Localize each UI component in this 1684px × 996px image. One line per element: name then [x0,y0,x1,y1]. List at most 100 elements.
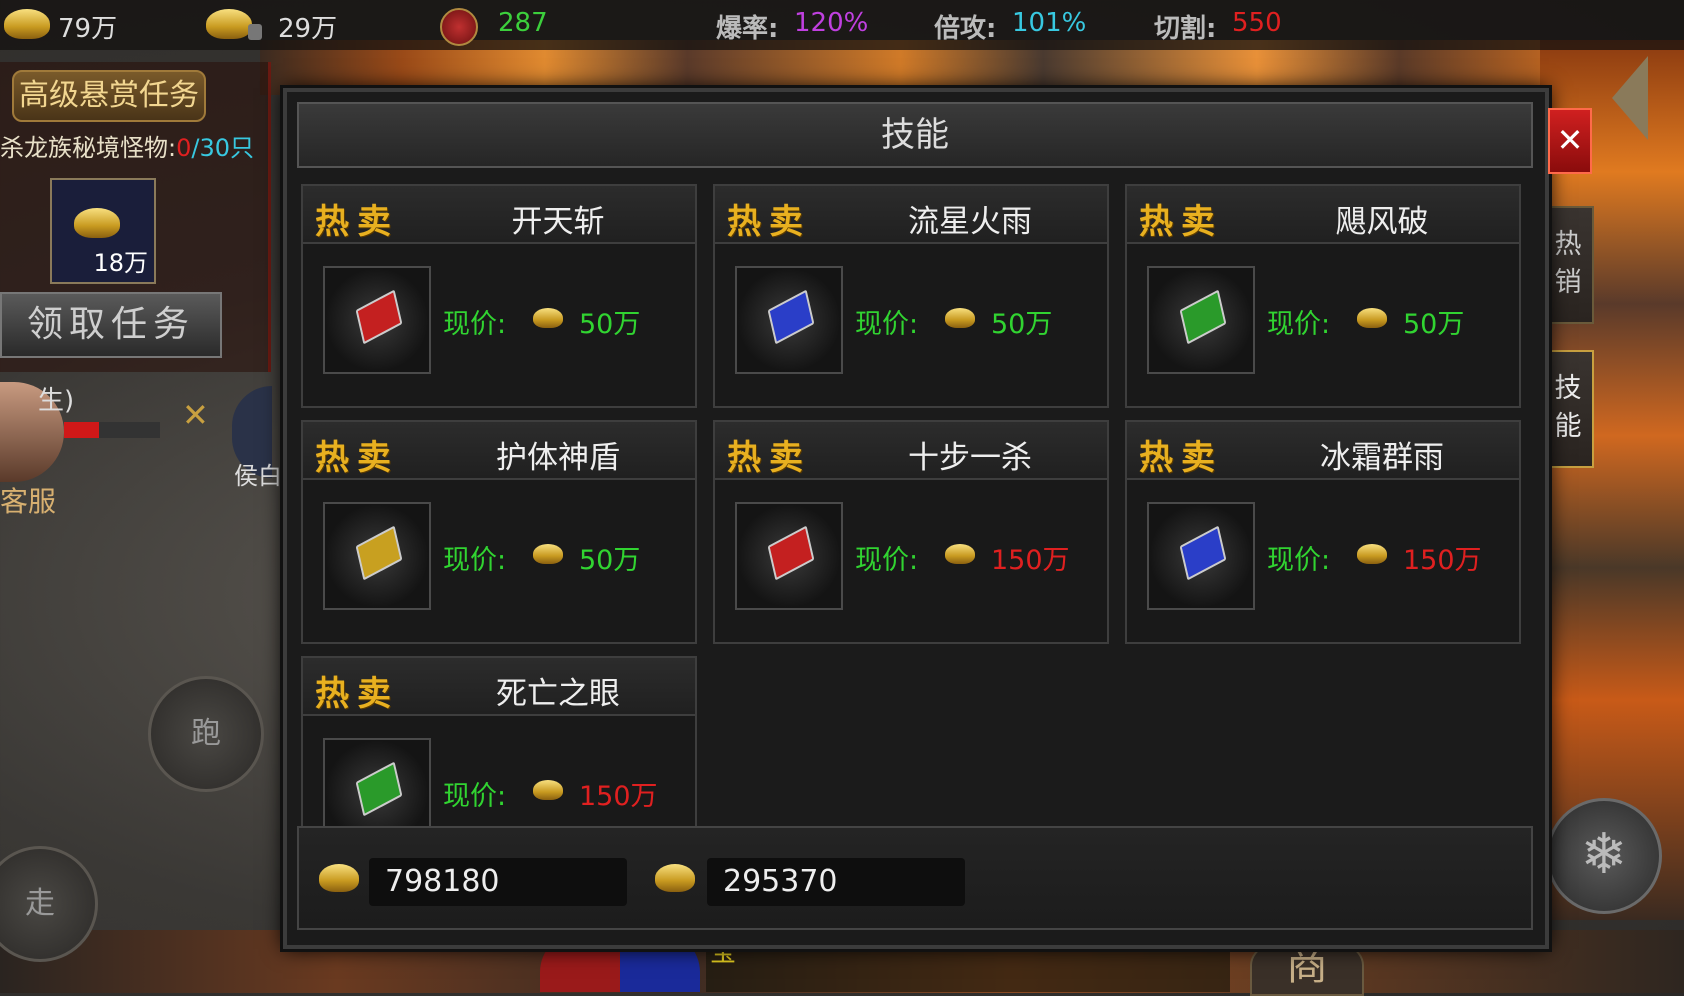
skill-book-slot[interactable] [1147,266,1255,374]
tab-hot-sale[interactable]: 热销 [1544,206,1594,324]
skill-card[interactable]: 热卖 开天斩现价: 50万 [301,184,697,408]
skill-book-slot[interactable] [735,502,843,610]
gold-balance: 798180 [369,858,627,906]
price-ingot-icon [1357,308,1387,328]
lock-icon [248,24,262,40]
points-amount: 287 [498,8,548,38]
price-ingot-icon [533,308,563,328]
skill-book-icon [355,761,403,817]
skill-card[interactable]: 热卖 死亡之眼现价: 150万 [301,656,697,834]
skill-shop-dialog: 技能 热卖 开天斩 现价: 50万 热卖 流星火雨 现价: 50万 热卖 飓风破 现价: 50万 热卖护… [283,88,1549,949]
skill-book-slot[interactable] [735,266,843,374]
multi-attack-value: 101% [1012,8,1087,38]
skill-price: 50万 [991,309,1053,340]
price-label: 现价: [443,545,507,576]
gold-ingot-icon [4,9,50,39]
bounty-title[interactable]: 高级悬赏任务 [12,70,206,122]
skill-card-header: 热卖 死亡之眼 [303,658,695,716]
gold-ingot-icon [319,864,359,892]
skill-name: 开天斩 [511,204,605,240]
skill-book-icon [355,289,403,345]
skill-book-icon [1179,289,1227,345]
skill-card[interactable]: 热卖 十步一杀现价: 150万 [713,420,1109,644]
gold-amount: 79万 [58,14,118,44]
skill-book-icon [355,525,403,581]
price-ingot-icon [1357,544,1387,564]
dialog-title: 技能 [297,102,1533,168]
currency-footer: 798180 295370 [297,826,1533,930]
tab-skills[interactable]: 技能 [1544,350,1594,468]
skill-card-header: 热卖 飓风破 [1127,186,1519,244]
skill-book-icon [767,289,815,345]
claim-task-button[interactable]: 领取任务 [0,292,222,358]
bounty-task-progress: 0 [176,134,192,162]
skill-book-slot[interactable] [323,502,431,610]
hot-sale-badge: 热卖 [1139,202,1223,242]
skill-price: 150万 [991,545,1070,576]
hot-sale-badge: 热卖 [315,438,399,478]
player-hp-bar [64,422,160,438]
skill-book-slot[interactable] [323,738,431,834]
close-x-icon[interactable]: ✕ [182,396,209,434]
skill-name: 飓风破 [1335,204,1429,240]
reward-amount: 18万 [93,249,148,277]
skill-price: 150万 [1403,545,1482,576]
skill-card-header: 热卖 开天斩 [303,186,695,244]
bound-gold-amount: 29万 [278,14,338,44]
price-label: 现价: [855,309,919,340]
close-dialog-button[interactable]: ✕ [1548,108,1592,174]
price-label: 现价: [1267,309,1331,340]
price-label: 现价: [1267,545,1331,576]
hot-sale-badge: 热卖 [727,202,811,242]
skill-card[interactable]: 热卖 飓风破现价: 50万 [1125,184,1521,408]
skill-book-icon [1179,525,1227,581]
price-ingot-icon [945,544,975,564]
skill-grid: 热卖 开天斩 现价: 50万 热卖 流星火雨 现价: 50万 热卖 飓风破 现价: 50万 热卖 护体神盾… [301,184,1531,834]
skill-card-header: 热卖 护体神盾 [303,422,695,480]
cut-label: 切割: [1154,14,1217,44]
hot-sale-badge: 热卖 [727,438,811,478]
skill-name: 死亡之眼 [496,676,620,712]
skill-price: 150万 [579,781,658,812]
bounty-task-text: 杀龙族秘境怪物:0/30只 [0,128,254,163]
customer-service-link[interactable]: 客服 [0,480,56,520]
skill-price: 50万 [1403,309,1465,340]
skill-card[interactable]: 热卖 冰霜群雨现价: 150万 [1125,420,1521,644]
bounty-task-prefix: 杀龙族秘境怪物: [0,134,177,162]
skill-card[interactable]: 热卖 流星火雨现价: 50万 [713,184,1109,408]
skill-book-slot[interactable] [1147,502,1255,610]
skill-name: 十步一杀 [908,440,1032,476]
bound-gold-ingot-icon [655,864,695,892]
skill-name: 冰霜群雨 [1320,440,1444,476]
bound-gold-balance: 295370 [707,858,965,906]
skill-book-icon [767,525,815,581]
price-label: 现价: [443,309,507,340]
skill-price: 50万 [579,545,641,576]
points-medal-icon [440,8,478,46]
skill-card[interactable]: 热卖 护体神盾现价: 50万 [301,420,697,644]
skill-price: 50万 [579,309,641,340]
skill-book-slot[interactable] [323,266,431,374]
bounty-reward-slot[interactable]: 18万 [50,178,156,284]
cut-value: 550 [1232,8,1282,38]
drop-rate-value: 120% [794,8,869,38]
price-label: 现价: [443,781,507,812]
ice-skill-button[interactable]: ❄ [1546,798,1662,914]
reward-ingot-icon [74,208,120,238]
back-arrow-icon[interactable] [1612,56,1648,140]
drop-rate-label: 爆率: [716,14,779,44]
price-ingot-icon [533,544,563,564]
skill-name: 流星火雨 [908,204,1032,240]
skill-card-header: 热卖 流星火雨 [715,186,1107,244]
multi-attack-label: 倍攻: [934,14,997,44]
skill-name: 护体神盾 [496,440,620,476]
target-name: 侯白 [234,462,282,490]
top-resource-bar: 79万 29万 287 爆率: 120% 倍攻: 101% 切割: 550 [0,0,1684,50]
price-label: 现价: [855,545,919,576]
hot-sale-badge: 热卖 [1139,438,1223,478]
skill-card-header: 热卖 冰霜群雨 [1127,422,1519,480]
player-label-fragment: 生) [38,386,75,416]
run-button[interactable]: 跑 [148,676,264,792]
bound-gold-ingot-icon [206,9,252,39]
hot-sale-badge: 热卖 [315,674,399,714]
